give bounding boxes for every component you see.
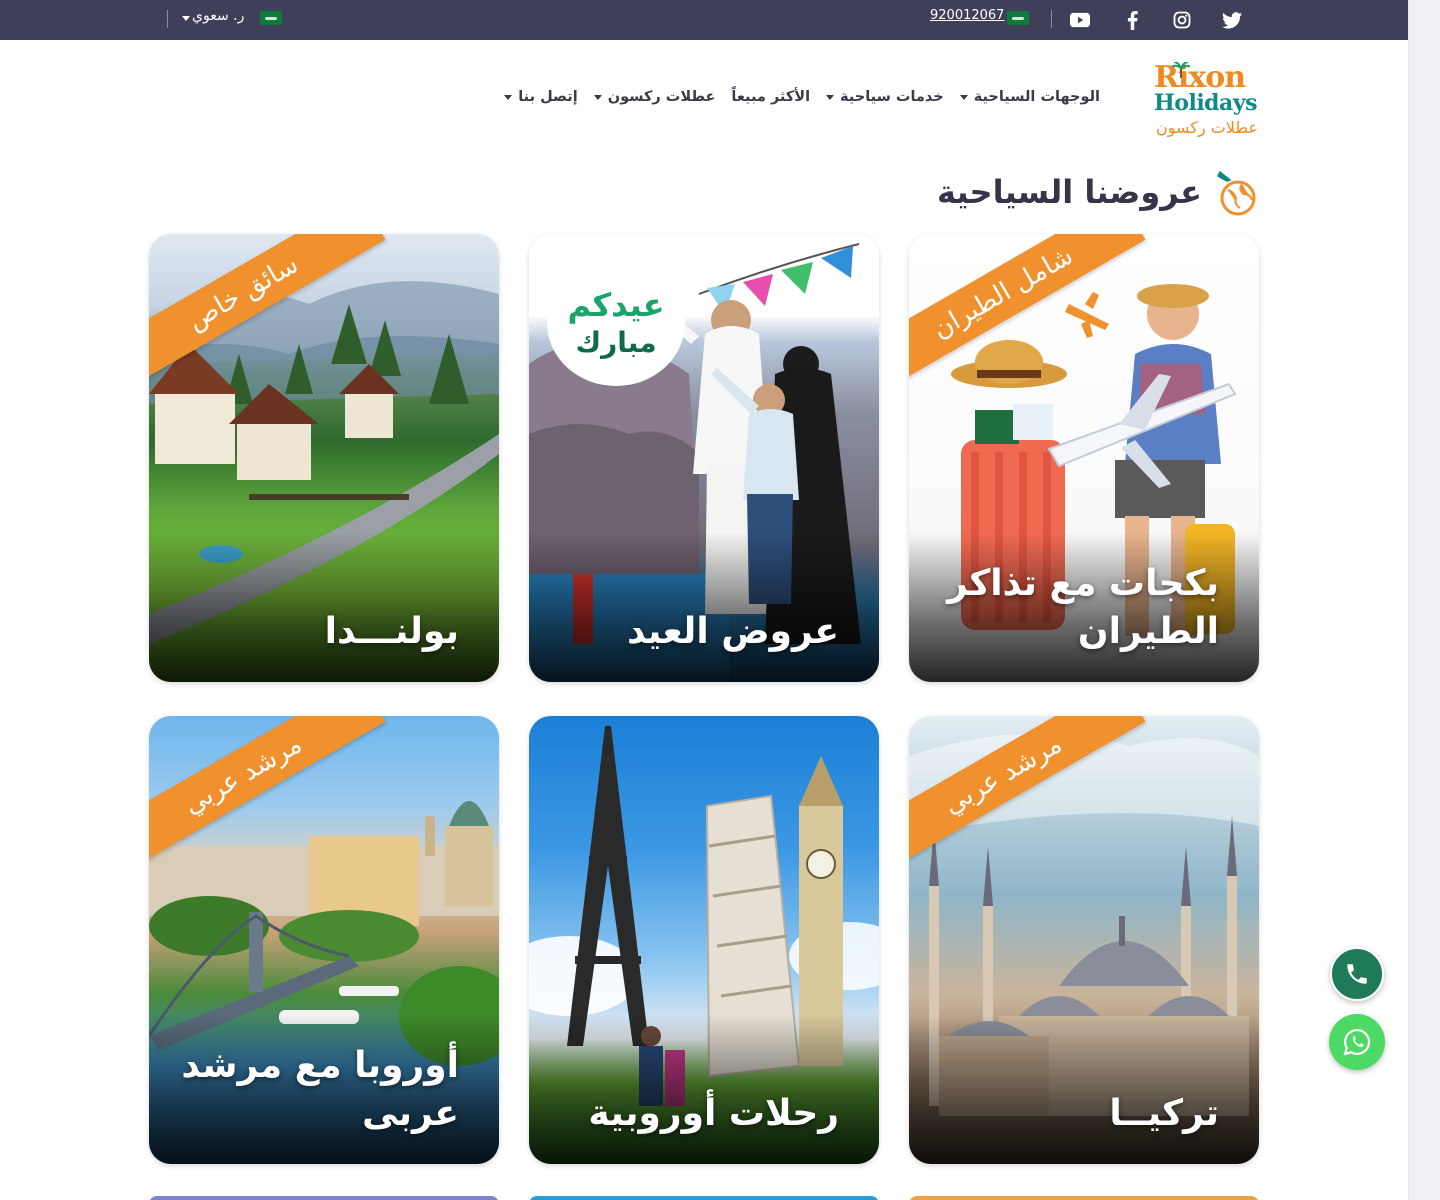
card-title: تركيــا [1109,1093,1219,1134]
nav-label: الأكثر مبيعاً [731,89,811,105]
saudi-flag-icon [1007,11,1029,25]
logo-text-arabic: عطلات ركسون [1156,118,1258,137]
offer-card-partial[interactable] [909,1196,1259,1200]
chevron-down-icon [504,94,513,100]
offer-card-poland[interactable]: سائق خاص بولنـــدا [149,234,499,682]
instagram-icon[interactable] [1172,0,1192,40]
greeting-line-2: مبارك [575,326,657,359]
card-shade [529,532,879,682]
logo-text-holidays: Holidays [1154,90,1257,116]
card-title: رحلات أوروبية [588,1093,839,1134]
eid-greeting-badge: عيدكم مبارك [547,260,685,386]
card-title: بكجات مع تذاكر الطيران [946,563,1219,652]
nav-best-sellers[interactable]: الأكثر مبيعاً [731,86,810,108]
youtube-icon[interactable] [1070,0,1090,40]
card-shade [529,1014,879,1164]
site-logo[interactable]: Rixon Holidays عطلات ركسون [1150,60,1262,144]
twitter-icon[interactable] [1222,0,1242,40]
offer-card-europe-trips[interactable]: رحلات أوروبية [529,716,879,1164]
section-title: عروضنا السياحية [937,173,1202,211]
nav-label: إتصل بنا [518,89,578,105]
call-button[interactable] [1330,947,1384,1001]
palm-icon [1172,62,1190,78]
chevron-down-icon [182,16,190,21]
phone-link[interactable]: 920012067 [930,8,1004,23]
divider [1051,10,1052,28]
offer-card-flight-packages[interactable]: شامل الطيران بكجات مع تذاكر الطيران [909,234,1259,682]
page-scrollbar[interactable] [1408,0,1440,1200]
whatsapp-button[interactable] [1329,1014,1385,1070]
facebook-icon[interactable] [1122,0,1142,40]
top-bar: 920012067 ر. سعوي [0,0,1408,40]
chevron-down-icon [826,94,835,100]
greeting-line-1: عيدكم [567,286,665,324]
section-header: عروضنا السياحية [937,168,1260,216]
offer-card-turkey[interactable]: مرشد عربي تركيــا [909,716,1259,1164]
globe-plane-icon [1217,170,1256,216]
nav-rixon-holidays[interactable]: عطلات ركسون [593,86,716,108]
card-shade [149,532,499,682]
phone-icon [1347,964,1367,984]
whatsapp-icon [1343,1028,1371,1056]
nav-label: خدمات سياحية [840,89,944,105]
card-title: أوروبا مع مرشد عربى [181,1045,459,1134]
chevron-down-icon [593,94,602,100]
card-shade [909,1014,1259,1164]
nav-destinations[interactable]: الوجهات السياحية [959,86,1100,108]
chevron-down-icon [959,94,968,100]
divider [167,10,168,28]
card-title: عروض العيد [627,611,839,652]
main-nav: الوجهات السياحية خدمات سياحية الأكثر مبي… [488,86,1100,108]
nav-services[interactable]: خدمات سياحية [826,86,944,108]
saudi-flag-icon [260,11,282,25]
offer-card-partial[interactable] [529,1196,879,1200]
nav-contact[interactable]: إتصل بنا [504,86,578,108]
offer-card-europe-guide[interactable]: مرشد عربي أوروبا مع مرشد عربى [149,716,499,1164]
currency-selector[interactable]: ر. سعوي [192,8,244,24]
card-title: بولنـــدا [324,611,459,652]
offer-card-eid[interactable]: عيدكم مبارك عروض العيد [529,234,879,682]
nav-label: عطلات ركسون [607,89,716,105]
nav-label: الوجهات السياحية [973,89,1100,105]
offer-card-partial[interactable] [149,1196,499,1200]
